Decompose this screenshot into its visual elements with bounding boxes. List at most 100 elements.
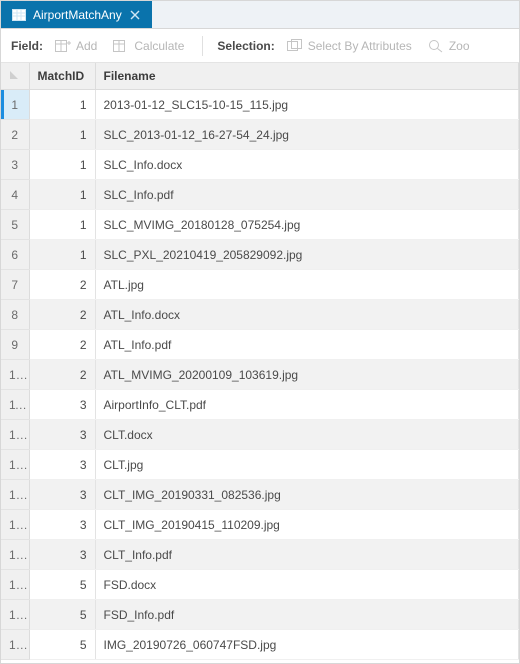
selection-group-label: Selection: [217,39,274,53]
table-icon [11,7,27,23]
matchid-cell[interactable]: 1 [29,240,95,270]
table-row[interactable]: 72ATL.jpg [1,270,519,300]
row-number-cell[interactable]: 7 [1,270,29,300]
filename-cell[interactable]: FSD_Info.pdf [95,600,519,630]
filename-cell[interactable]: SLC_2013-01-12_16-27-54_24.jpg [95,120,519,150]
header-filename[interactable]: Filename [95,63,519,90]
filename-cell[interactable]: CLT_IMG_20190415_110209.jpg [95,510,519,540]
attribute-table-window: AirportMatchAny Field: Add Calculate Sel… [0,0,520,664]
row-number-cell[interactable]: 9 [1,330,29,360]
calculate-button[interactable]: Calculate [109,36,188,56]
row-number-cell[interactable]: 4 [1,180,29,210]
table-body: 112013-01-12_SLC15-10-15_115.jpg21SLC_20… [1,90,519,660]
matchid-cell[interactable]: 1 [29,120,95,150]
matchid-cell[interactable]: 3 [29,540,95,570]
table-row[interactable]: 112013-01-12_SLC15-10-15_115.jpg [1,90,519,120]
table-row[interactable]: 185FSD_Info.pdf [1,600,519,630]
header-rowselector[interactable] [1,63,29,90]
matchid-cell[interactable]: 3 [29,450,95,480]
row-number-cell[interactable]: 8 [1,300,29,330]
zoom-label: Zoo [449,39,470,53]
filename-cell[interactable]: 2013-01-12_SLC15-10-15_115.jpg [95,90,519,120]
filename-cell[interactable]: CLT.jpg [95,450,519,480]
table-row[interactable]: 51SLC_MVIMG_20180128_075254.jpg [1,210,519,240]
row-number-cell[interactable]: 18 [1,600,29,630]
header-matchid[interactable]: MatchID [29,63,95,90]
table-row[interactable]: 143CLT_IMG_20190331_082536.jpg [1,480,519,510]
filename-cell[interactable]: ATL.jpg [95,270,519,300]
table-row[interactable]: 133CLT.jpg [1,450,519,480]
filename-cell[interactable]: FSD.docx [95,570,519,600]
matchid-cell[interactable]: 1 [29,180,95,210]
row-number-cell[interactable]: 17 [1,570,29,600]
matchid-cell[interactable]: 1 [29,90,95,120]
matchid-cell[interactable]: 3 [29,510,95,540]
filename-cell[interactable]: IMG_20190726_060747FSD.jpg [95,630,519,660]
table-row[interactable]: 163CLT_Info.pdf [1,540,519,570]
table-row[interactable]: 175FSD.docx [1,570,519,600]
matchid-cell[interactable]: 5 [29,570,95,600]
filename-cell[interactable]: AirportInfo_CLT.pdf [95,390,519,420]
matchid-cell[interactable]: 3 [29,390,95,420]
row-number-cell[interactable]: 13 [1,450,29,480]
table-row[interactable]: 82ATL_Info.docx [1,300,519,330]
zoom-to-button[interactable]: Zoo [424,36,474,56]
matchid-cell[interactable]: 2 [29,300,95,330]
row-number-cell[interactable]: 3 [1,150,29,180]
matchid-cell[interactable]: 2 [29,270,95,300]
matchid-cell[interactable]: 3 [29,420,95,450]
table-row[interactable]: 21SLC_2013-01-12_16-27-54_24.jpg [1,120,519,150]
table-row[interactable]: 195IMG_20190726_060747FSD.jpg [1,630,519,660]
row-number-cell[interactable]: 1 [1,90,29,120]
matchid-cell[interactable]: 2 [29,360,95,390]
select-by-attributes-button[interactable]: Select By Attributes [283,36,416,56]
row-number-cell[interactable]: 2 [1,120,29,150]
calculate-label: Calculate [134,39,184,53]
row-number-cell[interactable]: 5 [1,210,29,240]
table-toolbar: Field: Add Calculate Selection: Select B… [1,29,519,63]
table-row[interactable]: 92ATL_Info.pdf [1,330,519,360]
filename-cell[interactable]: ATL_Info.docx [95,300,519,330]
row-number-cell[interactable]: 14 [1,480,29,510]
table-row[interactable]: 31SLC_Info.docx [1,150,519,180]
filename-cell[interactable]: SLC_Info.docx [95,150,519,180]
matchid-cell[interactable]: 1 [29,210,95,240]
filename-cell[interactable]: CLT_IMG_20190331_082536.jpg [95,480,519,510]
add-field-button[interactable]: Add [51,36,101,56]
tab-airportmatchany[interactable]: AirportMatchAny [1,1,152,28]
row-number-cell[interactable]: 16 [1,540,29,570]
table-row[interactable]: 113AirportInfo_CLT.pdf [1,390,519,420]
tab-bar: AirportMatchAny [1,1,519,29]
table-scroll[interactable]: MatchID Filename 112013-01-12_SLC15-10-1… [1,63,519,663]
row-number-cell[interactable]: 19 [1,630,29,660]
filename-cell[interactable]: ATL_MVIMG_20200109_103619.jpg [95,360,519,390]
table-row[interactable]: 123CLT.docx [1,420,519,450]
row-number-cell[interactable]: 15 [1,510,29,540]
tab-close-button[interactable] [128,8,142,22]
filename-cell[interactable]: SLC_Info.pdf [95,180,519,210]
filename-cell[interactable]: CLT_Info.pdf [95,540,519,570]
zoom-icon [428,38,444,54]
matchid-cell[interactable]: 5 [29,600,95,630]
row-number-cell[interactable]: 10 [1,360,29,390]
matchid-cell[interactable]: 3 [29,480,95,510]
table-row[interactable]: 61SLC_PXL_20210419_205829092.jpg [1,240,519,270]
table-row[interactable]: 41SLC_Info.pdf [1,180,519,210]
select-by-attributes-icon [287,38,303,54]
filename-cell[interactable]: CLT.docx [95,420,519,450]
matchid-cell[interactable]: 1 [29,150,95,180]
table-row[interactable]: 102ATL_MVIMG_20200109_103619.jpg [1,360,519,390]
header-row: MatchID Filename [1,63,519,90]
row-number-cell[interactable]: 12 [1,420,29,450]
field-group-label: Field: [11,39,43,53]
filename-cell[interactable]: SLC_MVIMG_20180128_075254.jpg [95,210,519,240]
filename-cell[interactable]: SLC_PXL_20210419_205829092.jpg [95,240,519,270]
row-number-cell[interactable]: 11 [1,390,29,420]
add-field-label: Add [76,39,97,53]
add-field-icon [55,38,71,54]
matchid-cell[interactable]: 2 [29,330,95,360]
filename-cell[interactable]: ATL_Info.pdf [95,330,519,360]
row-number-cell[interactable]: 6 [1,240,29,270]
table-row[interactable]: 153CLT_IMG_20190415_110209.jpg [1,510,519,540]
matchid-cell[interactable]: 5 [29,630,95,660]
